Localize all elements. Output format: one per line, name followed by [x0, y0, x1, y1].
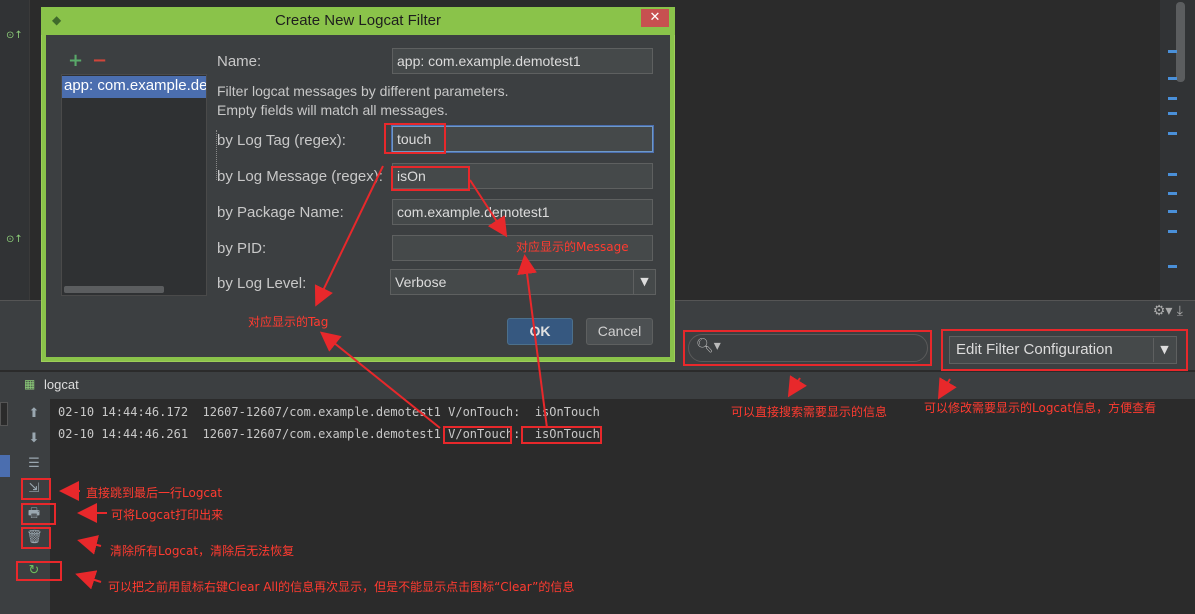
- arrow-filter-config: [937, 377, 957, 400]
- annotation-filter-config: 可以修改需要显示的Logcat信息，方便查看: [924, 401, 1157, 415]
- arrow-search: [787, 375, 807, 398]
- annotation-clear: 清除所有Logcat，清除后无法恢复: [110, 544, 295, 558]
- annotation-message: 对应显示的Message: [516, 240, 629, 254]
- annotation-restart: 可以把之前用鼠标右键Clear All的信息再次显示，但是不能显示点击图标“Cl…: [108, 580, 575, 594]
- annotation-search: 可以直接搜索需要显示的信息: [731, 405, 888, 419]
- annotation-print: 可将Logcat打印出来: [111, 508, 224, 522]
- annotation-tag: 对应显示的Tag: [248, 315, 329, 329]
- arrow-message-output: [517, 254, 548, 429]
- annotation-scroll-to-end: 直接跳到最后一行Logcat: [86, 486, 223, 500]
- arrow-message-to-field: [469, 179, 508, 238]
- arrow-restart: [75, 570, 102, 590]
- arrow-tag-to-field: [314, 165, 384, 307]
- arrow-tag-output: [319, 331, 441, 429]
- arrow-clear: [77, 535, 102, 555]
